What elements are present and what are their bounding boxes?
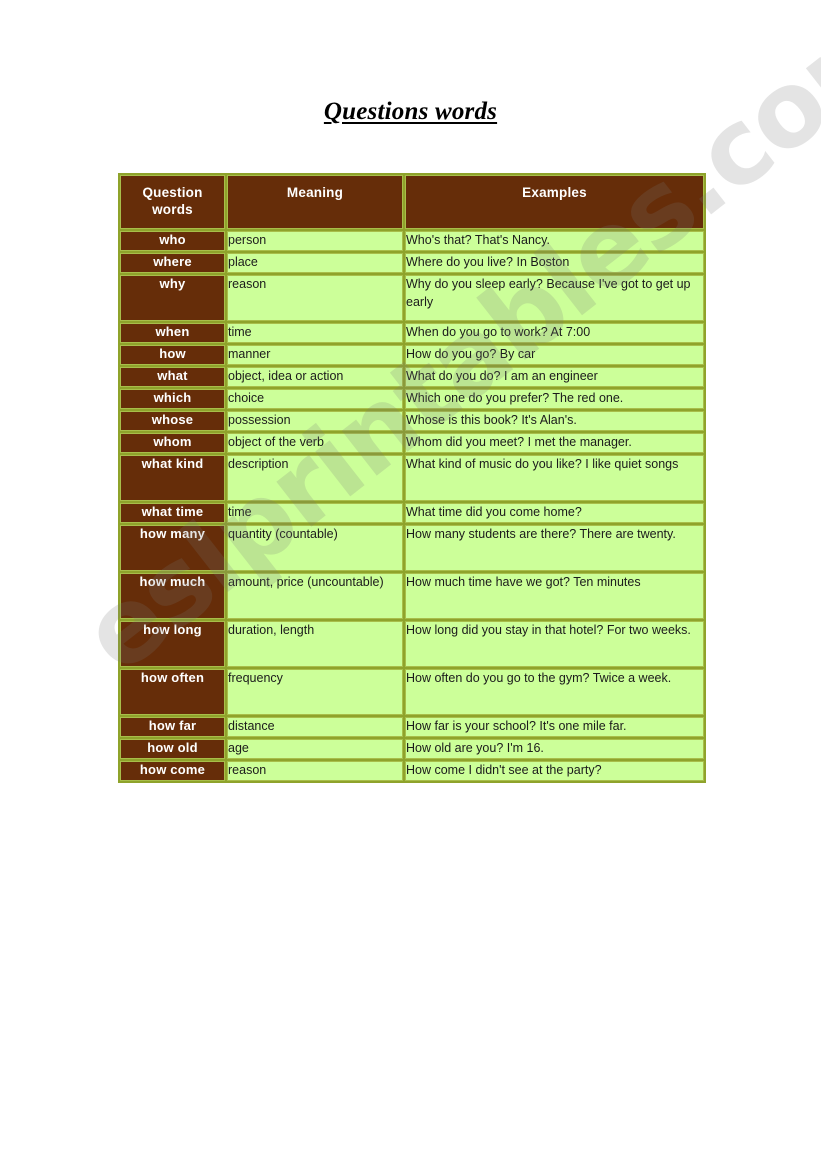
table-row: whom object of the verb Whom did you meet?… xyxy=(120,432,704,453)
meaning-cell: time xyxy=(227,502,403,523)
question-word-cell: how long xyxy=(120,620,225,667)
table-header-row: Question words Meaning Examples xyxy=(120,175,704,229)
table-row: what object, idea or action What do you do… xyxy=(120,366,704,387)
question-word-cell: what kind xyxy=(120,454,225,501)
example-cell: Which one do you prefer? The red one. xyxy=(405,388,704,409)
meaning-cell: description xyxy=(227,454,403,501)
table-body: who person Who's that? That's Nancy. where p… xyxy=(120,230,704,781)
question-word-cell: when xyxy=(120,322,225,343)
table-row: who person Who's that? That's Nancy. xyxy=(120,230,704,251)
table-head: Question words Meaning Examples xyxy=(120,175,704,229)
page-title-text: Questions words xyxy=(323,98,498,125)
table-row: how come reason How come I didn't see at t… xyxy=(120,760,704,781)
question-word-cell: whose xyxy=(120,410,225,431)
example-cell: What do you do? I am an engineer xyxy=(405,366,704,387)
meaning-cell: place xyxy=(227,252,403,273)
question-word-cell: what time xyxy=(120,502,225,523)
table-row: how far distance How far is your school? I… xyxy=(120,716,704,737)
table-row: what time time What time did you come home… xyxy=(120,502,704,523)
table-row: whose possession Whose is this book? It's … xyxy=(120,410,704,431)
question-word-cell: why xyxy=(120,274,225,321)
example-cell: Who's that? That's Nancy. xyxy=(405,230,704,251)
example-cell: Where do you live? In Boston xyxy=(405,252,704,273)
meaning-cell: distance xyxy=(227,716,403,737)
question-words-table-wrapper: Question words Meaning Examples who perso… xyxy=(118,173,706,783)
example-cell: How far is your school? It's one mile fa… xyxy=(405,716,704,737)
table-row: what kind description What kind of music d… xyxy=(120,454,704,501)
example-cell: Whose is this book? It's Alan's. xyxy=(405,410,704,431)
question-word-cell: how many xyxy=(120,524,225,571)
meaning-cell: time xyxy=(227,322,403,343)
page-title: Questions words xyxy=(0,98,821,126)
column-header-question-words: Question words xyxy=(120,175,225,229)
meaning-cell: amount, price (uncountable) xyxy=(227,572,403,619)
table-row: how manner How do you go? By car xyxy=(120,344,704,365)
table-row: why reason Why do you sleep early? Because… xyxy=(120,274,704,321)
meaning-cell: duration, length xyxy=(227,620,403,667)
column-header-meaning: Meaning xyxy=(227,175,403,229)
example-cell: How old are you? I'm 16. xyxy=(405,738,704,759)
meaning-cell: possession xyxy=(227,410,403,431)
column-header-examples: Examples xyxy=(405,175,704,229)
table-row: how much amount, price (uncountable) How m… xyxy=(120,572,704,619)
table-row: how old age How old are you? I'm 16. xyxy=(120,738,704,759)
table-row: where place Where do you live? In Boston xyxy=(120,252,704,273)
table-row: when time When do you go to work? At 7:00 xyxy=(120,322,704,343)
meaning-cell: age xyxy=(227,738,403,759)
question-word-cell: where xyxy=(120,252,225,273)
meaning-cell: object of the verb xyxy=(227,432,403,453)
example-cell: How come I didn't see at the party? xyxy=(405,760,704,781)
example-cell: When do you go to work? At 7:00 xyxy=(405,322,704,343)
question-word-cell: who xyxy=(120,230,225,251)
question-word-cell: how much xyxy=(120,572,225,619)
table-row: how often frequency How often do you go to… xyxy=(120,668,704,715)
table-row: which choice Which one do you prefer? The … xyxy=(120,388,704,409)
question-word-cell: how xyxy=(120,344,225,365)
question-word-cell: whom xyxy=(120,432,225,453)
meaning-cell: choice xyxy=(227,388,403,409)
worksheet-page: eslprintables.com Questions words Questi… xyxy=(0,0,821,1169)
meaning-cell: frequency xyxy=(227,668,403,715)
meaning-cell: quantity (countable) xyxy=(227,524,403,571)
table-row: how many quantity (countable) How many stu… xyxy=(120,524,704,571)
question-words-table: Question words Meaning Examples who perso… xyxy=(118,173,706,783)
meaning-cell: manner xyxy=(227,344,403,365)
example-cell: How often do you go to the gym? Twice a … xyxy=(405,668,704,715)
meaning-cell: person xyxy=(227,230,403,251)
question-word-cell: what xyxy=(120,366,225,387)
question-word-cell: which xyxy=(120,388,225,409)
meaning-cell: reason xyxy=(227,760,403,781)
example-cell: Why do you sleep early? Because I've got… xyxy=(405,274,704,321)
meaning-cell: reason xyxy=(227,274,403,321)
meaning-cell: object, idea or action xyxy=(227,366,403,387)
question-word-cell: how far xyxy=(120,716,225,737)
example-cell: Whom did you meet? I met the manager. xyxy=(405,432,704,453)
table-row: how long duration, length How long did you… xyxy=(120,620,704,667)
example-cell: How long did you stay in that hotel? For… xyxy=(405,620,704,667)
example-cell: How many students are there? There are t… xyxy=(405,524,704,571)
example-cell: How much time have we got? Ten minutes xyxy=(405,572,704,619)
example-cell: What kind of music do you like? I like q… xyxy=(405,454,704,501)
question-word-cell: how old xyxy=(120,738,225,759)
question-word-cell: how often xyxy=(120,668,225,715)
example-cell: How do you go? By car xyxy=(405,344,704,365)
example-cell: What time did you come home? xyxy=(405,502,704,523)
question-word-cell: how come xyxy=(120,760,225,781)
